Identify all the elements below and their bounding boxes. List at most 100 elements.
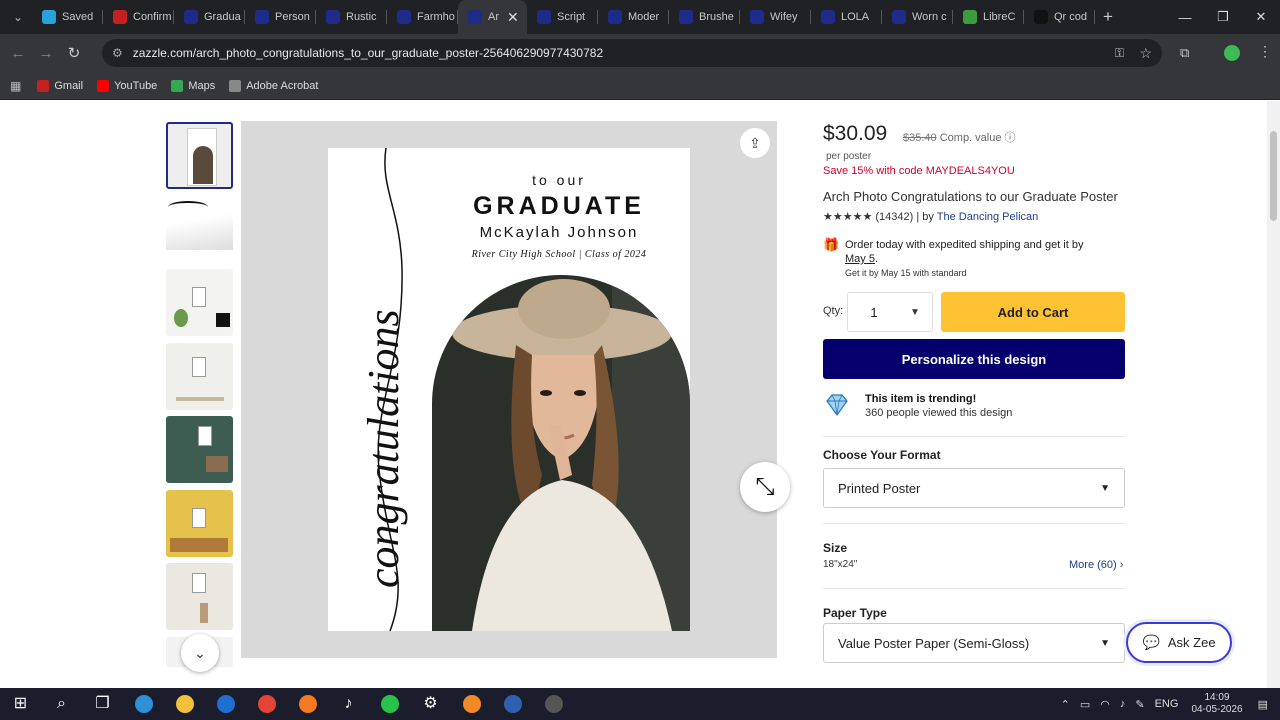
tray-chevron-icon[interactable]: ⌃ — [1061, 698, 1070, 711]
menu-kebab-icon[interactable]: ⋮ — [1258, 43, 1272, 60]
forward-icon[interactable]: → — [32, 45, 60, 62]
zazzle-icon — [821, 10, 835, 24]
file-explorer-icon[interactable] — [164, 688, 205, 720]
promo-code-text: Save 15% with code MAYDEALS4YOU — [823, 165, 1015, 177]
browser-tab[interactable]: Brushe — [669, 0, 740, 34]
close-window-icon[interactable]: ✕ — [1242, 0, 1280, 34]
browser-tab[interactable]: Gradua — [174, 0, 245, 34]
new-tab-button[interactable]: + — [1103, 7, 1113, 27]
app-icon[interactable] — [492, 688, 533, 720]
by-label: | by — [916, 211, 934, 223]
size-value: 18"x24" — [823, 559, 858, 570]
thumbnail-3[interactable] — [166, 269, 233, 336]
browser-tab[interactable]: LibreC — [953, 0, 1024, 34]
thumbnail-4[interactable] — [166, 343, 233, 410]
outlook-icon[interactable] — [205, 688, 246, 720]
edge-icon[interactable] — [123, 688, 164, 720]
tab-label: LibreC — [983, 11, 1016, 23]
bookmark-label: Gmail — [54, 79, 84, 92]
scrollbar-thumb[interactable] — [1270, 131, 1277, 221]
shipping-date-link[interactable]: May 5 — [845, 253, 875, 265]
browser-tab[interactable]: Moder — [598, 0, 669, 34]
personalize-button[interactable]: Personalize this design — [823, 339, 1125, 379]
quantity-select[interactable]: 1 ▼ — [847, 292, 933, 332]
site-info-icon[interactable]: ⚙ — [112, 46, 123, 60]
bookmark-star-icon[interactable]: ☆ — [1139, 45, 1152, 62]
search-icon[interactable]: ⌕ — [41, 688, 82, 720]
ask-zee-button[interactable]: 💬 Ask Zee — [1126, 622, 1232, 663]
bookmark-item[interactable]: Gmail — [37, 79, 84, 92]
tiktok-icon-glyph: ♪ — [344, 695, 353, 712]
info-icon[interactable]: ⓘ — [1005, 132, 1016, 144]
rating-stars[interactable]: ★★★★★ — [823, 211, 872, 223]
add-to-cart-button[interactable]: Add to Cart — [941, 292, 1125, 332]
volume-icon[interactable]: ♪ — [1120, 698, 1126, 710]
browser-tab[interactable]: Confirm — [103, 0, 174, 34]
thumbnail-1[interactable] — [166, 122, 233, 189]
profile-avatar[interactable] — [1224, 45, 1240, 61]
diamond-icon — [826, 394, 848, 417]
browser-tab[interactable]: Farmho — [387, 0, 458, 34]
browser-tab[interactable]: Rustic — [316, 0, 387, 34]
chrome-icon[interactable] — [246, 688, 287, 720]
share-icon[interactable]: ⇪ — [740, 128, 770, 158]
obs-icon-glyph — [544, 695, 563, 713]
firefox-icon[interactable] — [287, 688, 328, 720]
divider — [823, 588, 1125, 589]
apps-grid-icon[interactable]: ▦ — [10, 79, 21, 93]
clock[interactable]: 14:09 04-05-2026 — [1191, 692, 1242, 716]
seller-link[interactable]: The Dancing Pelican — [937, 211, 1039, 223]
browser-tab[interactable]: Qr cod — [1024, 0, 1095, 34]
bookmark-item[interactable]: Maps — [171, 79, 215, 92]
thumbnails-scroll-down-icon[interactable]: ⌄ — [181, 634, 219, 672]
reload-icon[interactable]: ↻ — [60, 44, 88, 62]
browser-tab[interactable]: Worn c — [882, 0, 953, 34]
pen-icon[interactable]: ✎ — [1135, 698, 1144, 711]
obs-icon[interactable] — [533, 688, 574, 720]
size-more-link[interactable]: More (60) › — [1069, 559, 1123, 571]
language-indicator[interactable]: ENG — [1155, 698, 1179, 710]
tiktok-icon[interactable]: ♪ — [328, 688, 369, 720]
main-product-image[interactable]: congratulations to our GRADUATE McKaylah… — [241, 121, 790, 658]
password-key-icon[interactable]: ⚿ — [1115, 46, 1124, 61]
bookmark-item[interactable]: YouTube — [97, 79, 157, 92]
windows-start-icon[interactable]: ⊞ — [0, 688, 41, 720]
browser-tab[interactable]: Ar ✕ — [458, 0, 527, 34]
maximize-icon[interactable]: ❐ — [1204, 0, 1242, 34]
zazzle-icon — [184, 10, 198, 24]
blender-icon[interactable] — [451, 688, 492, 720]
whatsapp-icon[interactable] — [369, 688, 410, 720]
notifications-icon[interactable]: ▤ — [1258, 698, 1268, 711]
page-scrollbar[interactable] — [1267, 101, 1280, 688]
review-count[interactable]: (14342) — [875, 211, 913, 223]
omnibox[interactable]: ⚙ zazzle.com/arch_photo_congratulations_… — [102, 39, 1162, 67]
minimize-icon[interactable]: — — [1166, 0, 1204, 34]
wifi-icon[interactable]: ◠ — [1100, 698, 1110, 711]
thumbnail-6[interactable] — [166, 490, 233, 557]
expand-image-icon[interactable]: ⤡ — [740, 462, 790, 512]
thumbnail-strip — [165, 122, 235, 682]
battery-icon[interactable]: ▭ — [1080, 698, 1090, 711]
task-view-icon[interactable]: ❐ — [82, 688, 123, 720]
browser-tab[interactable]: Script — [527, 0, 598, 34]
thumbnail-5[interactable] — [166, 416, 233, 483]
poster-student-name: McKaylah Johnson — [479, 224, 639, 241]
url-text[interactable]: zazzle.com/arch_photo_congratulations_to… — [133, 46, 603, 60]
bookmarks-bar: ▦ Gmail YouTube Maps Adobe Acrobat — [0, 72, 1280, 100]
paper-type-select[interactable]: Value Poster Paper (Semi-Gloss) ▼ — [823, 623, 1125, 663]
thumbnail-7[interactable] — [166, 563, 233, 630]
blender-icon-glyph — [462, 695, 481, 713]
browser-tab[interactable]: LOLA — [811, 0, 882, 34]
format-select[interactable]: Printed Poster ▼ — [823, 468, 1125, 508]
close-tab-icon[interactable]: ✕ — [507, 9, 519, 26]
extensions-icon[interactable]: ⧉ — [1180, 45, 1189, 61]
tab-label: Confirm — [133, 11, 172, 23]
tab-search-icon[interactable]: ⌄ — [4, 3, 32, 31]
bookmark-item[interactable]: Adobe Acrobat — [229, 79, 318, 92]
browser-tab[interactable]: Saved — [32, 0, 103, 34]
back-icon[interactable]: ← — [4, 45, 32, 62]
browser-tab[interactable]: Wifey — [740, 0, 811, 34]
settings-icon[interactable]: ⚙ — [410, 688, 451, 720]
browser-tab[interactable]: Person — [245, 0, 316, 34]
thumbnail-2[interactable] — [166, 195, 233, 262]
